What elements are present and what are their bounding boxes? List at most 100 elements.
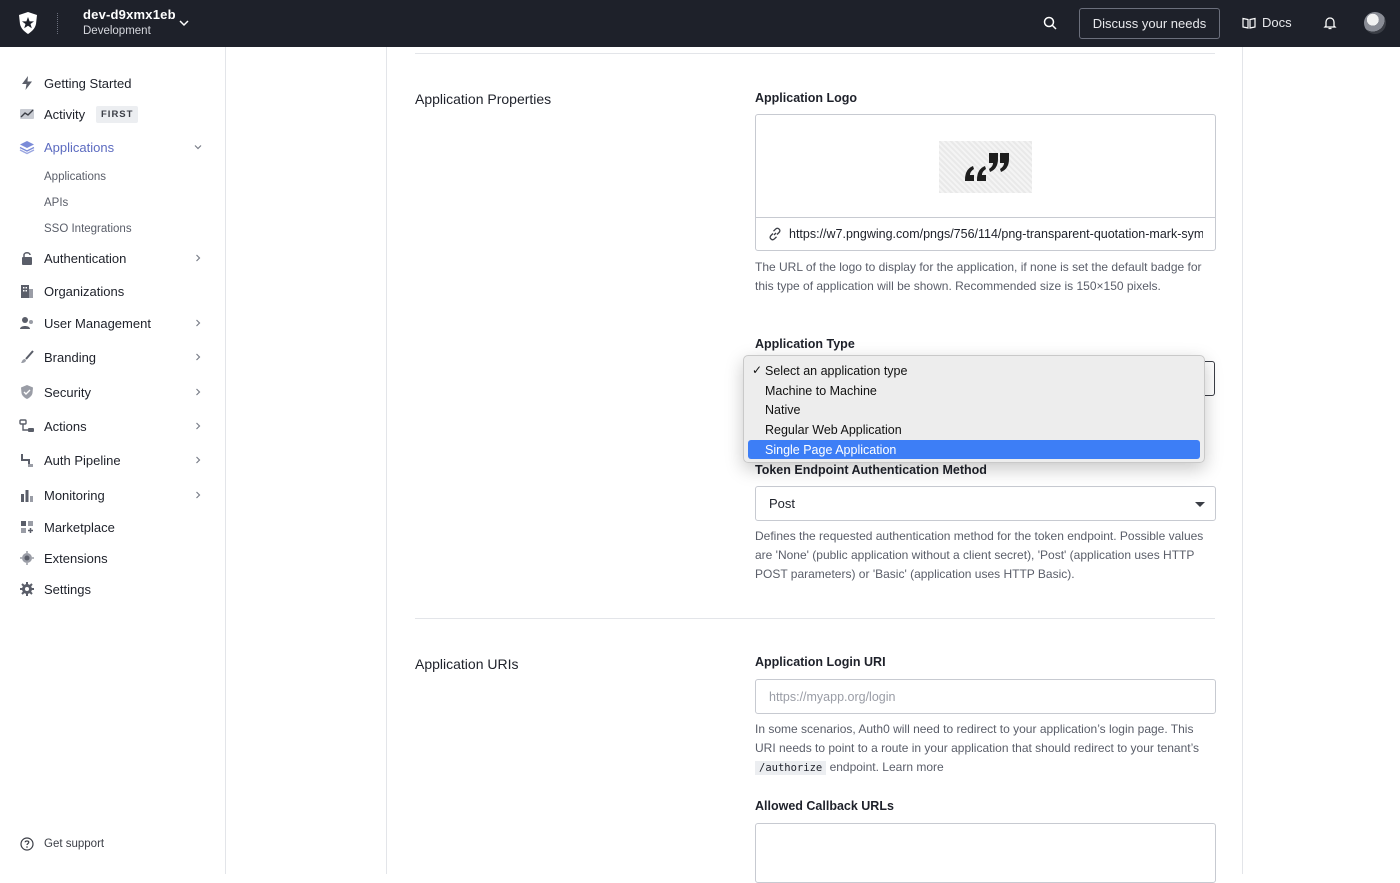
- sidebar-item-label: Settings: [44, 581, 91, 597]
- application-type-label: Application Type: [755, 337, 855, 351]
- learn-more-link[interactable]: Learn more: [882, 760, 943, 774]
- application-type-dropdown: ✓ Select an application type Machine to …: [743, 355, 1205, 463]
- sidebar-item-label: Branding: [44, 349, 97, 365]
- token-endpoint-auth-method-value: Post: [769, 496, 796, 511]
- sidebar-item-settings[interactable]: Settings: [0, 576, 225, 602]
- sidebar-subitem-apis[interactable]: APIs: [44, 197, 68, 209]
- users-icon: [20, 317, 33, 329]
- first-badge: FIRST: [96, 105, 139, 123]
- sidebar-item-marketplace[interactable]: Marketplace: [0, 514, 225, 540]
- tenant-switcher[interactable]: dev-d9xmx1eb Development: [83, 7, 176, 37]
- sidebar-item-label: Monitoring: [44, 487, 105, 503]
- chevron-right-icon[interactable]: [192, 420, 204, 432]
- option-label: Machine to Machine: [765, 383, 877, 398]
- option-regular-web-application[interactable]: Regular Web Application: [748, 420, 1200, 439]
- brush-icon: [21, 350, 34, 363]
- chevron-down-icon[interactable]: [192, 141, 204, 153]
- sidebar-subitem-sso-integrations[interactable]: SSO Integrations: [44, 223, 132, 235]
- sidebar-item-extensions[interactable]: Extensions: [0, 545, 225, 571]
- sidebar-item-label: Auth Pipeline: [44, 452, 121, 468]
- sidebar-item-branding[interactable]: Branding: [0, 344, 225, 370]
- allowed-callback-urls-textarea[interactable]: [755, 823, 1216, 883]
- shield-icon: [21, 385, 33, 399]
- logo-help-text: The URL of the logo to display for the a…: [755, 260, 1202, 293]
- checkmark-icon: ✓: [752, 363, 763, 377]
- option-select-application-type[interactable]: ✓ Select an application type: [748, 361, 1200, 380]
- option-label: Select an application type: [765, 363, 908, 378]
- sidebar-item-security[interactable]: Security: [0, 379, 225, 405]
- sidebar-item-label: Authentication: [44, 250, 127, 266]
- option-single-page-application[interactable]: Single Page Application: [748, 440, 1200, 459]
- bolt-icon: [22, 76, 32, 90]
- option-label: Single Page Application: [765, 442, 897, 457]
- book-icon: [1242, 17, 1256, 29]
- application-logo-label: Application Logo: [755, 91, 858, 105]
- sidebar-item-auth-pipeline[interactable]: Auth Pipeline: [0, 447, 225, 473]
- sidebar: Getting Started Activity FIRST Applicati…: [0, 47, 226, 874]
- tenant-name: dev-d9xmx1eb: [83, 7, 176, 22]
- chevron-right-icon[interactable]: [192, 386, 204, 398]
- get-support-link[interactable]: Get support: [20, 837, 104, 851]
- allowed-callback-urls-label: Allowed Callback URLs: [755, 799, 894, 813]
- bar-chart-icon: [21, 490, 33, 502]
- authorize-code: /authorize: [755, 761, 827, 775]
- login-help-text-1: In some scenarios, Auth0 will need to re…: [755, 722, 1200, 755]
- section-title-application-uris: Application URIs: [415, 656, 519, 672]
- sidebar-item-getting-started[interactable]: Getting Started: [0, 70, 225, 96]
- docs-label: Docs: [1262, 15, 1292, 30]
- logo-url-input[interactable]: https://w7.pngwing.com/pngs/756/114/png-…: [756, 217, 1215, 250]
- bell-icon[interactable]: [1322, 15, 1338, 31]
- application-login-uri-input[interactable]: [755, 679, 1216, 714]
- divider: [415, 618, 1215, 619]
- login-uri-help-text: In some scenarios, Auth0 will need to re…: [755, 720, 1217, 778]
- sidebar-item-actions[interactable]: Actions: [0, 413, 225, 439]
- sidebar-item-monitoring[interactable]: Monitoring: [0, 482, 225, 508]
- sidebar-item-label: Applications: [44, 139, 115, 155]
- sidebar-item-user-management[interactable]: User Management: [0, 310, 225, 336]
- chevron-down-icon[interactable]: [177, 16, 191, 30]
- sidebar-item-label: Security: [44, 384, 91, 400]
- logo-preview-image: [939, 141, 1032, 193]
- sidebar-subitem-applications[interactable]: Applications: [44, 171, 106, 183]
- sidebar-item-activity[interactable]: Activity FIRST: [0, 101, 225, 127]
- chevron-right-icon[interactable]: [192, 454, 204, 466]
- flow-icon: [19, 419, 34, 432]
- tenant-environment: Development: [83, 25, 151, 37]
- chevron-right-icon[interactable]: [192, 252, 204, 264]
- option-machine-to-machine[interactable]: Machine to Machine: [748, 381, 1200, 400]
- pipeline-icon: [21, 454, 33, 467]
- docs-link[interactable]: Docs: [1242, 15, 1292, 30]
- auth0-logo-icon[interactable]: [16, 11, 40, 35]
- option-label: Regular Web Application: [765, 422, 902, 437]
- caret-down-icon: [1195, 502, 1205, 507]
- chevron-right-icon[interactable]: [192, 351, 204, 363]
- sidebar-item-authentication[interactable]: Authentication: [0, 245, 225, 271]
- sidebar-item-applications[interactable]: Applications: [0, 134, 225, 160]
- token-endpoint-auth-method-select[interactable]: Post: [755, 486, 1216, 521]
- activity-chart-icon: [20, 109, 34, 119]
- option-native[interactable]: Native: [748, 400, 1200, 419]
- sidebar-item-label: Getting Started: [44, 75, 132, 91]
- sidebar-item-label: Activity: [44, 106, 86, 122]
- sidebar-item-label: Marketplace: [44, 519, 115, 535]
- quotation-mark-icon: [964, 153, 1009, 181]
- chevron-right-icon[interactable]: [192, 489, 204, 501]
- lock-icon: [22, 252, 32, 265]
- token-endpoint-help-text: Defines the requested authentication met…: [755, 529, 1204, 581]
- section-title-application-properties: Application Properties: [415, 91, 552, 107]
- chevron-right-icon[interactable]: [192, 317, 204, 329]
- sidebar-item-organizations[interactable]: Organizations: [0, 278, 225, 304]
- top-bar: dev-d9xmx1eb Development Discuss your ne…: [0, 0, 1400, 47]
- sidebar-item-label: Extensions: [44, 550, 108, 566]
- get-support-label: Get support: [44, 838, 105, 850]
- login-help-text-2: endpoint.: [829, 760, 879, 774]
- discuss-your-needs-button[interactable]: Discuss your needs: [1079, 8, 1220, 39]
- application-login-uri-label: Application Login URI: [755, 655, 886, 669]
- puzzle-icon: [20, 551, 34, 565]
- logo-url-value: https://w7.pngwing.com/pngs/756/114/png-…: [789, 227, 1203, 241]
- gear-icon: [20, 582, 34, 596]
- option-label: Native: [765, 402, 801, 417]
- user-avatar[interactable]: [1364, 12, 1386, 34]
- search-icon[interactable]: [1042, 15, 1058, 31]
- application-logo-field: https://w7.pngwing.com/pngs/756/114/png-…: [755, 114, 1216, 251]
